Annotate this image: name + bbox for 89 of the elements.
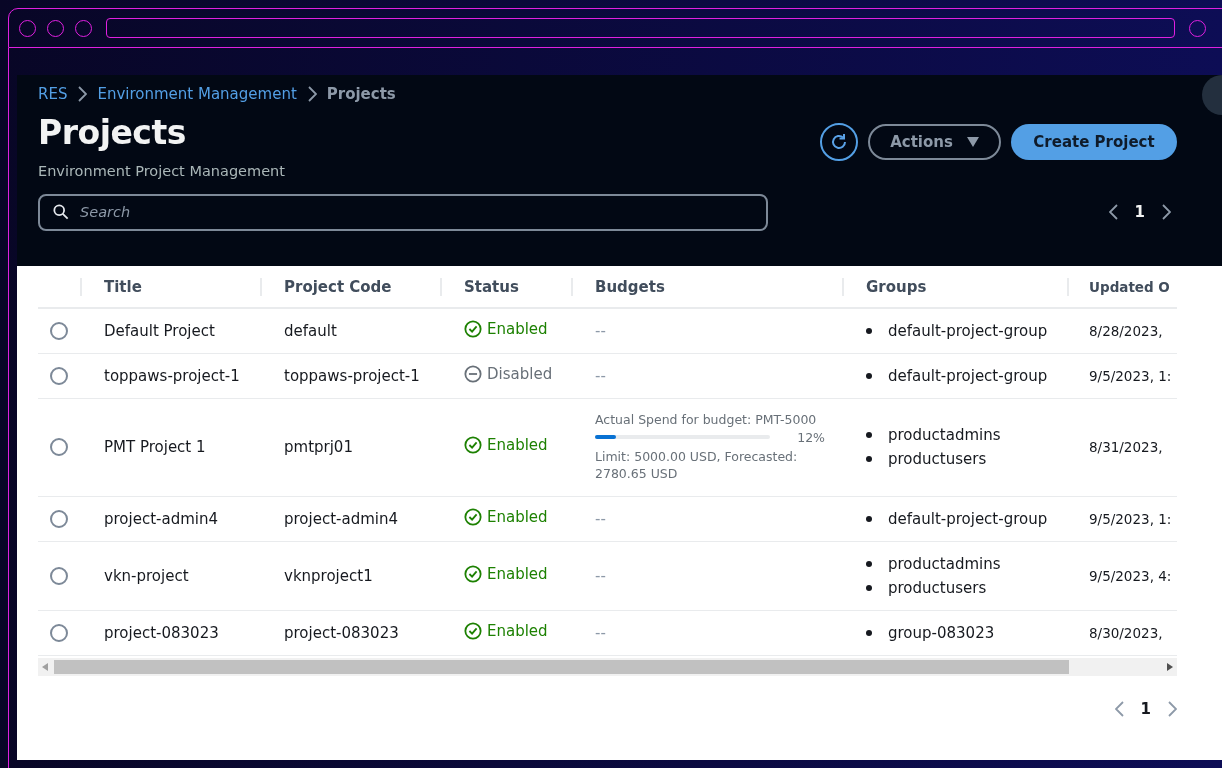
table-cell: 8/28/2023, <box>1089 322 1163 339</box>
table-cell: -- <box>595 623 606 642</box>
column-header[interactable]: Status <box>464 277 519 296</box>
table-cell: -- <box>595 509 606 528</box>
column-header[interactable]: Project Code <box>284 277 392 296</box>
status-text: Enabled <box>487 319 548 338</box>
minus-circle-icon <box>464 364 482 383</box>
group-name: productadmins <box>888 426 1001 444</box>
table-cell: toppaws-project-1 <box>104 366 240 385</box>
table-cell: vknproject1 <box>284 566 373 585</box>
search-field[interactable]: Search <box>38 193 768 231</box>
check-circle-icon <box>464 319 482 338</box>
check-circle-icon <box>464 621 482 640</box>
breadcrumb-link[interactable]: Environment Management <box>97 85 297 103</box>
row-radio[interactable] <box>50 509 68 528</box>
check-circle-icon <box>464 436 482 454</box>
group-name: productusers <box>888 450 987 468</box>
table-cell: 9/5/2023, 1: <box>1089 510 1172 527</box>
table-cell: 8/30/2023, <box>1089 624 1163 641</box>
status-text: Enabled <box>487 507 548 526</box>
column-header[interactable]: Budgets <box>595 277 665 296</box>
column-header[interactable]: Title <box>104 277 142 296</box>
group-name: default-project-group <box>888 321 1048 340</box>
row-radio[interactable] <box>50 438 68 457</box>
bullet-icon <box>866 327 872 334</box>
status-text: Enabled <box>487 564 548 583</box>
actions-dropdown[interactable]: Actions <box>868 124 1001 160</box>
caret-down-icon <box>966 137 979 147</box>
create-project-button[interactable]: Create Project <box>1011 124 1177 160</box>
table-cell: default <box>284 321 337 340</box>
status-text: Enabled <box>487 621 548 640</box>
group-name: productadmins <box>888 554 1001 573</box>
bullet-icon <box>866 456 872 462</box>
table-cell: project-admin4 <box>104 509 219 528</box>
bullet-icon <box>866 584 872 591</box>
budget-percent: 12% <box>797 429 825 445</box>
row-radio[interactable] <box>50 623 68 642</box>
status-text: Enabled <box>487 436 548 454</box>
page-number[interactable]: 1 <box>1140 699 1151 718</box>
table-cell: toppaws-project-1 <box>284 366 420 385</box>
table-cell: 9/5/2023, 4: <box>1089 567 1172 584</box>
group-name: default-project-group <box>888 366 1048 385</box>
bullet-icon <box>866 432 872 438</box>
scrollbar-thumb[interactable] <box>54 659 1069 674</box>
table-cell: project-083023 <box>284 623 399 642</box>
scroll-right-icon[interactable] <box>1167 662 1173 671</box>
status-text: Disabled <box>487 364 553 383</box>
check-circle-icon <box>464 564 482 583</box>
address-bar[interactable] <box>106 18 1175 38</box>
group-name: group-083023 <box>888 623 995 642</box>
bullet-icon <box>866 560 872 567</box>
breadcrumb-current: Projects <box>326 85 396 103</box>
budget-caption: Actual Spend for budget: PMT-5000 <box>595 411 818 427</box>
search-icon <box>53 203 69 220</box>
refresh-button[interactable] <box>820 123 858 161</box>
row-radio[interactable] <box>50 566 68 585</box>
group-name: productusers <box>888 578 987 597</box>
page-number[interactable]: 1 <box>1134 203 1145 222</box>
column-header[interactable]: Groups <box>866 277 927 296</box>
table-cell: pmtprj01 <box>284 438 353 456</box>
table-cell: 8/31/2023, <box>1089 439 1163 455</box>
page-title: Projects <box>38 113 187 153</box>
refresh-icon <box>829 132 849 152</box>
row-radio[interactable] <box>50 366 68 385</box>
next-page-icon[interactable] <box>1161 204 1171 221</box>
table-cell: -- <box>595 321 606 340</box>
bullet-icon <box>866 515 872 522</box>
chevron-right-icon <box>306 86 317 102</box>
horizontal-scrollbar[interactable] <box>38 657 1177 676</box>
chevron-right-icon <box>77 86 88 102</box>
row-radio[interactable] <box>50 322 68 340</box>
column-header[interactable]: Updated O <box>1089 278 1170 295</box>
budget-limit: Limit: 5000.00 USD, Forecasted: 2780.65 USD <box>595 447 799 483</box>
bullet-icon <box>866 372 872 379</box>
group-name: default-project-group <box>888 509 1048 528</box>
previous-page-icon[interactable] <box>1108 204 1119 221</box>
scroll-left-icon[interactable] <box>42 662 48 671</box>
page-subtitle: Environment Project Management <box>38 162 285 179</box>
table-cell: project-083023 <box>104 623 219 642</box>
bullet-icon <box>866 629 872 636</box>
check-circle-icon <box>464 507 482 526</box>
table-cell: PMT Project 1 <box>104 438 206 456</box>
breadcrumb-link[interactable]: RES <box>38 85 68 103</box>
table-cell: project-admin4 <box>284 509 399 528</box>
table-cell: Default Project <box>104 321 215 340</box>
table-cell: vkn-project <box>104 566 189 585</box>
table-cell: -- <box>595 566 606 585</box>
table-cell: 9/5/2023, 1: <box>1089 367 1172 384</box>
table-cell: -- <box>595 366 606 385</box>
